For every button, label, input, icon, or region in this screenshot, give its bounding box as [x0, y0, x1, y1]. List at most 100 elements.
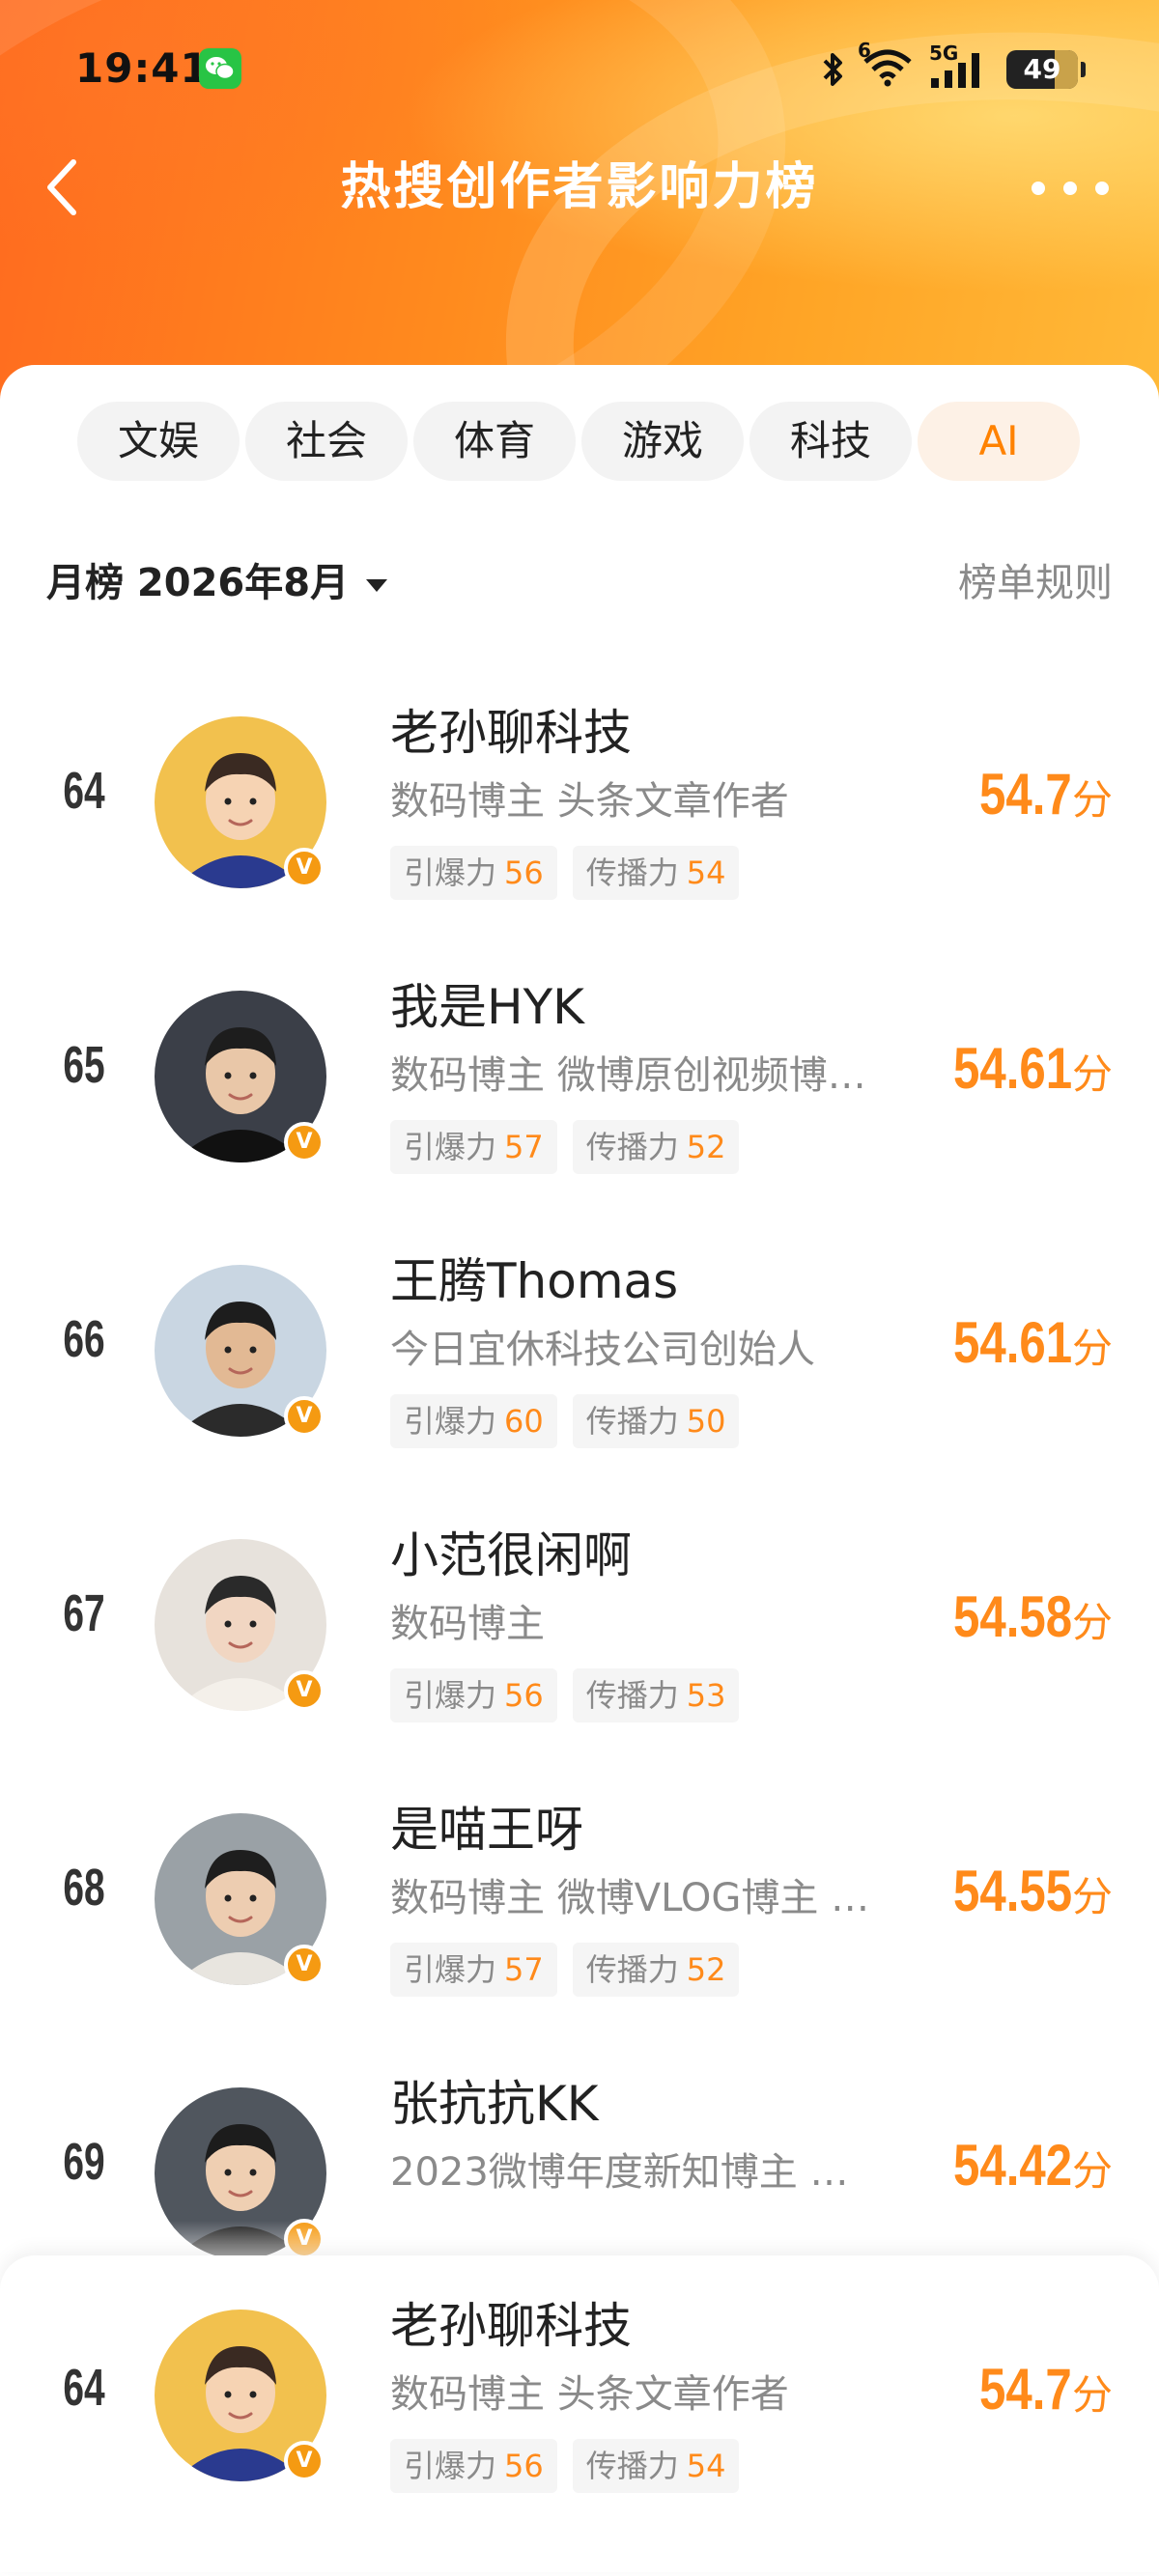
- battery-icon: 49: [1006, 50, 1078, 89]
- rank-number: 64: [63, 762, 105, 820]
- rank-number: 65: [63, 1036, 105, 1094]
- burst-metric: 引爆力 57: [390, 1943, 557, 1997]
- score-value: 54.7: [979, 2357, 1072, 2422]
- score-value: 54.61: [952, 1310, 1072, 1375]
- score: 54.7分: [959, 2356, 1113, 2422]
- list-item-rank-66[interactable]: 66 V 王腾Thomas 今日宜休科技公司创始人 引爆力 60 传播力 50 54…: [0, 1217, 1159, 1491]
- my-rank-panel: 64 V 老孙聊科技 数码博主 头条文章作者 引爆力 56 传播力 54 54.7分: [0, 2255, 1159, 2572]
- category-tabs: 文娱 社会 体育 游戏 科技 AI: [77, 402, 1080, 481]
- creator-name: 是喵王呀: [390, 1802, 583, 1858]
- list-item-rank-65[interactable]: 65 V 我是HYK 数码博主 微博原创视频博… 引爆力 57 传播力 52 54.…: [0, 942, 1159, 1217]
- score: 54.61分: [927, 1309, 1113, 1376]
- creator-desc: 今日宜休科技公司创始人: [390, 1328, 815, 1372]
- score-unit: 分: [1071, 1599, 1113, 1646]
- tab-society[interactable]: 社会: [245, 402, 408, 481]
- creator-desc: 2023微博年度新知博主 …: [390, 2150, 849, 2195]
- creator-name: 老孙聊科技: [390, 2298, 632, 2354]
- creator-name: 王腾Thomas: [390, 1253, 679, 1309]
- verified-badge-icon: V: [284, 1945, 325, 1985]
- tab-tech[interactable]: 科技: [749, 402, 912, 481]
- score-value: 54.55: [952, 1859, 1072, 1923]
- score-unit: 分: [1071, 1050, 1113, 1098]
- score-unit: 分: [1071, 1873, 1113, 1920]
- score: 54.7分: [959, 761, 1113, 827]
- spread-metric: 传播力 54: [572, 2439, 740, 2493]
- score-unit: 分: [1071, 2371, 1113, 2419]
- metrics: 引爆力 56 传播力 54: [390, 2439, 740, 2493]
- avatar-wrap: V: [155, 1813, 326, 1985]
- avatar-wrap: V: [155, 1265, 326, 1437]
- more-dots-icon: [1032, 182, 1045, 195]
- status-time: 19:41: [75, 44, 210, 92]
- verified-badge-icon: V: [284, 1122, 325, 1162]
- burst-metric: 引爆力 56: [390, 1668, 557, 1722]
- tab-sports[interactable]: 体育: [413, 402, 576, 481]
- more-button[interactable]: [1032, 164, 1109, 212]
- spread-metric: 传播力 50: [572, 1394, 740, 1448]
- creator-desc: 数码博主 头条文章作者: [390, 2372, 789, 2417]
- rank-number: 67: [63, 1584, 105, 1642]
- spread-metric: 传播力 54: [572, 846, 740, 900]
- list-item-rank-64[interactable]: 64 V 老孙聊科技 数码博主 头条文章作者 引爆力 56 传播力 54 54.7分: [0, 668, 1159, 942]
- rank-number: 69: [63, 2133, 105, 2191]
- period-selector[interactable]: 月榜 2026年8月: [46, 554, 388, 612]
- score-value: 54.61: [952, 1036, 1072, 1101]
- avatar-wrap: V: [155, 1539, 326, 1711]
- score: 54.58分: [927, 1583, 1113, 1650]
- wechat-icon: [199, 48, 241, 89]
- spread-metric: 传播力 52: [572, 1120, 740, 1174]
- wifi-icon: 6: [858, 39, 914, 91]
- score: 54.55分: [927, 1858, 1113, 1924]
- creator-name: 我是HYK: [390, 979, 584, 1035]
- rank-number: 66: [63, 1310, 105, 1368]
- avatar-wrap: V: [155, 991, 326, 1162]
- page-title: 热搜创作者影响力榜: [340, 158, 819, 216]
- my-rank-item[interactable]: 64 V 老孙聊科技 数码博主 头条文章作者 引爆力 56 传播力 54 54.7分: [0, 2255, 1159, 2572]
- metrics: 引爆力 57 传播力 52: [390, 1120, 740, 1174]
- metrics: 引爆力 57 传播力 52: [390, 1943, 740, 1997]
- verified-badge-icon: V: [284, 2441, 325, 2481]
- battery-level: 49: [1023, 53, 1061, 85]
- status-bar: 19:41 6 5G 49: [0, 0, 1159, 145]
- creator-desc: 数码博主: [390, 1602, 545, 1646]
- creator-desc: 数码博主 微博原创视频博…: [390, 1053, 866, 1098]
- avatar-wrap: V: [155, 2310, 326, 2481]
- metrics: 引爆力 60 传播力 50: [390, 1394, 740, 1448]
- burst-metric: 引爆力 57: [390, 1120, 557, 1174]
- bluetooth-icon: [823, 53, 842, 86]
- score-value: 54.58: [952, 1584, 1072, 1649]
- burst-metric: 引爆力 56: [390, 2439, 557, 2493]
- creator-name: 张抗抗KK: [390, 2076, 599, 2132]
- score: 54.42分: [927, 2132, 1113, 2198]
- period-label: 月榜 2026年8月: [46, 561, 350, 605]
- metrics: 引爆力 56 传播力 53: [390, 1668, 740, 1722]
- filter-row: 月榜 2026年8月 榜单规则: [46, 554, 1113, 612]
- rank-number: 64: [63, 2359, 105, 2417]
- verified-badge-icon: V: [284, 1670, 325, 1711]
- score-unit: 分: [1071, 1325, 1113, 1372]
- score: 54.61分: [927, 1035, 1113, 1102]
- list-item-rank-67[interactable]: 67 V 小范很闲啊 数码博主 引爆力 56 传播力 53 54.58分: [0, 1491, 1159, 1765]
- creator-desc: 数码博主 头条文章作者: [390, 779, 789, 824]
- burst-metric: 引爆力 60: [390, 1394, 557, 1448]
- verified-badge-icon: V: [284, 1396, 325, 1437]
- creator-desc: 数码博主 微博VLOG博主 …: [390, 1876, 870, 1920]
- score-unit: 分: [1071, 776, 1113, 824]
- score-unit: 分: [1071, 2147, 1113, 2195]
- status-icons: 6 5G 49: [821, 39, 1086, 93]
- creator-name: 老孙聊科技: [390, 705, 632, 761]
- avatar-wrap: V: [155, 716, 326, 888]
- burst-metric: 引爆力 56: [390, 846, 557, 900]
- tab-ai[interactable]: AI: [918, 402, 1080, 481]
- creator-name: 小范很闲啊: [390, 1527, 632, 1583]
- score-value: 54.7: [979, 762, 1072, 826]
- caret-down-icon: [366, 578, 388, 592]
- spread-metric: 传播力 53: [572, 1668, 740, 1722]
- score-value: 54.42: [952, 2133, 1072, 2198]
- tab-entertainment[interactable]: 文娱: [77, 402, 240, 481]
- tab-games[interactable]: 游戏: [581, 402, 744, 481]
- rank-number: 68: [63, 1859, 105, 1917]
- metrics: 引爆力 56 传播力 54: [390, 846, 740, 900]
- rules-link[interactable]: 榜单规则: [958, 554, 1113, 612]
- list-item-rank-68[interactable]: 68 V 是喵王呀 数码博主 微博VLOG博主 … 引爆力 57 传播力 52 54…: [0, 1765, 1159, 2039]
